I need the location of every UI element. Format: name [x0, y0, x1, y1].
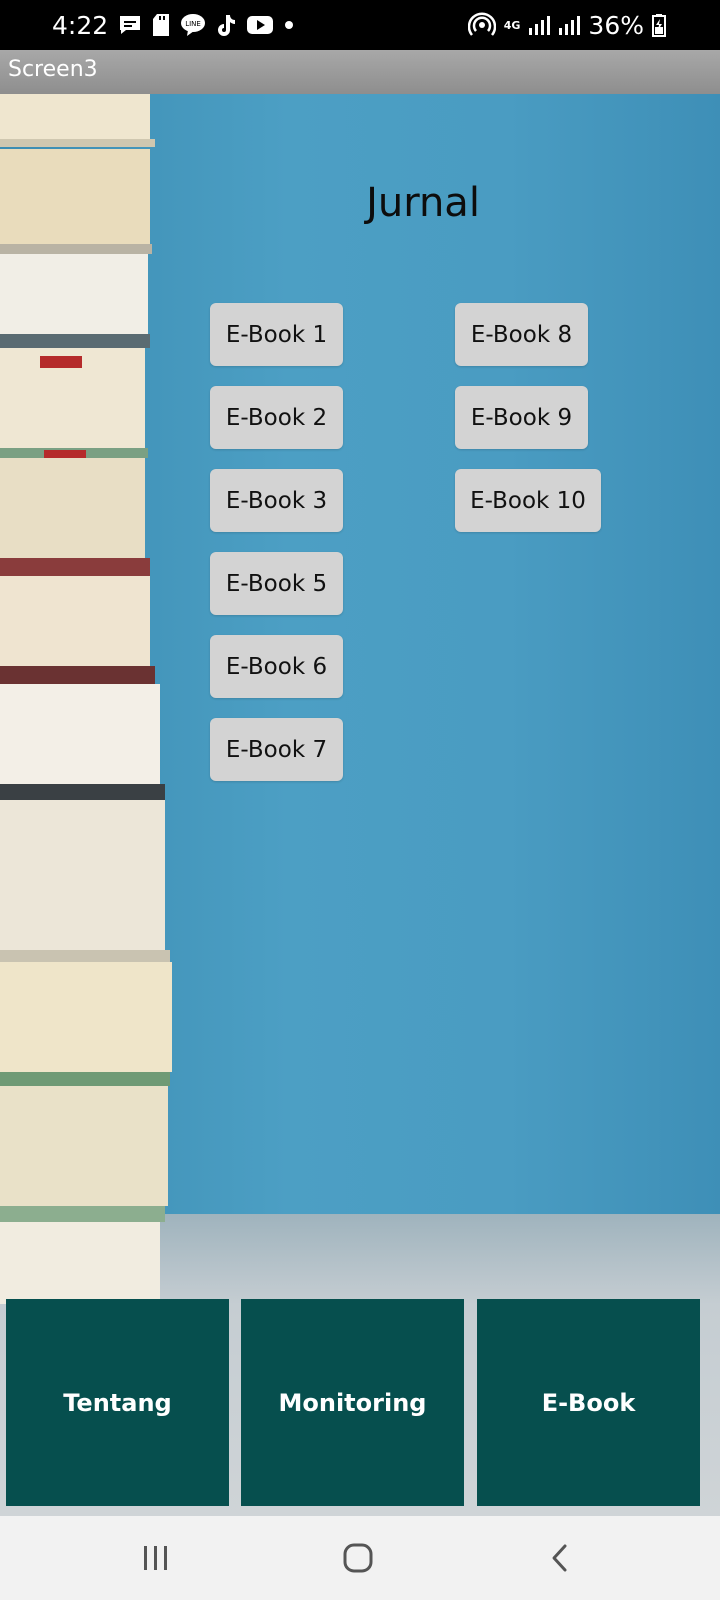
- line-app-icon: LINE: [180, 13, 206, 37]
- dot-icon: [284, 20, 294, 30]
- tentang-button[interactable]: Tentang: [6, 1299, 229, 1506]
- sd-card-icon: [152, 13, 170, 37]
- status-bar: 4:22 LINE 4G 36%: [0, 0, 720, 50]
- ebook-5-button[interactable]: E-Book 5: [210, 552, 343, 615]
- ebook-8-button[interactable]: E-Book 8: [455, 303, 588, 366]
- home-icon[interactable]: [328, 1534, 388, 1582]
- signal-icon: [558, 14, 581, 36]
- youtube-icon: [246, 14, 274, 36]
- app-title-bar: Screen3: [0, 50, 720, 94]
- tiktok-icon: [216, 13, 236, 37]
- status-time: 4:22: [52, 10, 109, 40]
- ebook-6-button[interactable]: E-Book 6: [210, 635, 343, 698]
- hotspot-icon: [467, 11, 496, 39]
- ebook-9-button[interactable]: E-Book 9: [455, 386, 588, 449]
- signal-icon: [528, 14, 551, 36]
- battery-icon: [652, 13, 666, 37]
- status-right: 4G 36%: [467, 8, 666, 42]
- back-icon[interactable]: [530, 1534, 590, 1582]
- recent-apps-icon[interactable]: [126, 1534, 186, 1582]
- svg-text:LINE: LINE: [185, 20, 201, 28]
- network-4g-icon: 4G: [503, 18, 521, 32]
- monitoring-button[interactable]: Monitoring: [241, 1299, 464, 1506]
- ebook-1-button[interactable]: E-Book 1: [210, 303, 343, 366]
- battery-percentage: 36%: [588, 10, 644, 40]
- page-heading: Jurnal: [366, 180, 480, 226]
- ebook-7-button[interactable]: E-Book 7: [210, 718, 343, 781]
- ebook-3-button[interactable]: E-Book 3: [210, 469, 343, 532]
- system-navigation-bar: [0, 1516, 720, 1600]
- ebook-2-button[interactable]: E-Book 2: [210, 386, 343, 449]
- app-title: Screen3: [8, 57, 98, 82]
- book-stack-image: [0, 94, 172, 1304]
- status-left: 4:22 LINE: [52, 8, 294, 42]
- ebook-10-button[interactable]: E-Book 10: [455, 469, 601, 532]
- message-icon: [118, 13, 142, 37]
- ebook-nav-button[interactable]: E-Book: [477, 1299, 700, 1506]
